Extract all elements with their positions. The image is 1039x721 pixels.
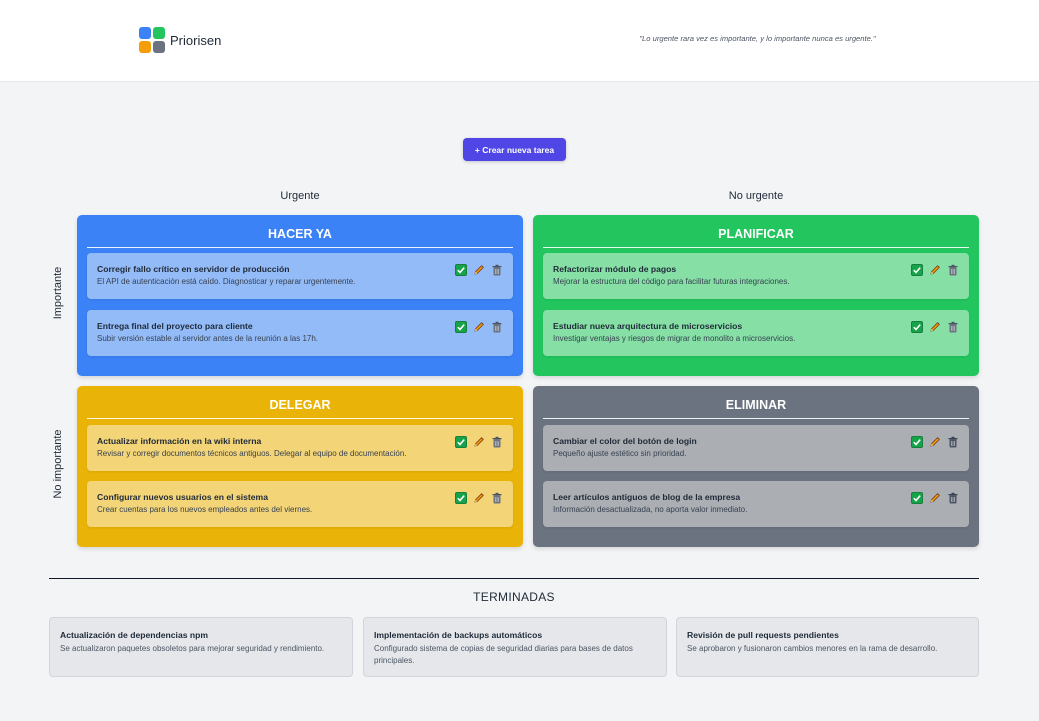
quadrant-title: HACER YA xyxy=(87,227,513,248)
completed-task-title: Revisión de pull requests pendientes xyxy=(687,630,839,640)
axis-label-not-important: No importante xyxy=(52,429,64,499)
quadrant-do: HACER YA Corregir fallo crítico en servi… xyxy=(77,215,523,376)
task-description: Revisar y corregir documentos técnicos a… xyxy=(97,449,407,458)
quadrant-plan: PLANIFICAR Refactorizar módulo de pagos … xyxy=(533,215,979,376)
task-title: Corregir fallo crítico en servidor de pr… xyxy=(97,264,290,274)
task-description: Crear cuentas para los nuevos empleados … xyxy=(97,505,313,514)
completed-task-title: Actualización de dependencias npm xyxy=(60,630,209,640)
check-icon[interactable] xyxy=(911,436,923,448)
completed-task-title: Implementación de backups automáticos xyxy=(374,630,543,640)
task-card[interactable]: Corregir fallo crítico en servidor de pr… xyxy=(87,253,513,299)
quadrant-delegate: DELEGAR Actualizar información en la wik… xyxy=(77,386,523,547)
quadrant-title: PLANIFICAR xyxy=(543,227,969,248)
completed-section-title: TERMINADAS xyxy=(473,590,555,604)
app-logo[interactable]: Priorisen xyxy=(139,27,221,53)
task-title: Cambiar el color del botón de login xyxy=(553,436,697,446)
app-name: Priorisen xyxy=(170,32,222,48)
task-actions xyxy=(911,436,959,448)
task-card[interactable]: Leer artículos antiguos de blog de la em… xyxy=(543,481,969,527)
axis-label-urgent: Urgente xyxy=(280,190,320,202)
task-title: Entrega final del proyecto para cliente xyxy=(97,321,253,331)
section-divider xyxy=(49,578,979,579)
pencil-icon[interactable] xyxy=(473,492,485,504)
check-icon[interactable] xyxy=(911,321,923,333)
task-description: El API de autenticación está caído. Diag… xyxy=(97,277,356,286)
task-card[interactable]: Cambiar el color del botón de login Pequ… xyxy=(543,425,969,471)
axis-label-not-urgent: No urgente xyxy=(728,190,784,202)
completed-task-card[interactable]: Actualización de dependencias npm Se act… xyxy=(49,617,353,677)
create-task-button[interactable]: + Crear nueva tarea xyxy=(463,138,566,161)
logo-grid-icon xyxy=(139,27,165,53)
task-card[interactable]: Entrega final del proyecto para cliente … xyxy=(87,310,513,356)
task-actions xyxy=(911,321,959,333)
pencil-icon[interactable] xyxy=(929,436,941,448)
pencil-icon[interactable] xyxy=(473,264,485,276)
task-description: Información desactualizada, no aporta va… xyxy=(553,505,748,514)
completed-task-description: Configurado sistema de copias de segurid… xyxy=(374,644,633,665)
task-actions xyxy=(911,264,959,276)
trash-icon[interactable] xyxy=(491,321,503,333)
trash-icon[interactable] xyxy=(947,321,959,333)
task-actions xyxy=(911,492,959,504)
task-actions xyxy=(455,321,503,333)
check-icon[interactable] xyxy=(911,264,923,276)
task-title: Leer artículos antiguos de blog de la em… xyxy=(553,492,741,502)
trash-icon[interactable] xyxy=(947,492,959,504)
pencil-icon[interactable] xyxy=(473,436,485,448)
task-card[interactable]: Configurar nuevos usuarios en el sistema… xyxy=(87,481,513,527)
task-card[interactable]: Refactorizar módulo de pagos Mejorar la … xyxy=(543,253,969,299)
completed-task-card[interactable]: Implementación de backups automáticos Co… xyxy=(363,617,667,677)
quadrant-eliminate: ELIMINAR Cambiar el color del botón de l… xyxy=(533,386,979,547)
task-title: Refactorizar módulo de pagos xyxy=(553,264,677,274)
task-card[interactable]: Estudiar nueva arquitectura de microserv… xyxy=(543,310,969,356)
check-icon[interactable] xyxy=(455,492,467,504)
task-actions xyxy=(455,492,503,504)
task-title: Actualizar información en la wiki intern… xyxy=(97,436,262,446)
task-title: Configurar nuevos usuarios en el sistema xyxy=(97,492,268,502)
task-description: Subir versión estable al servidor antes … xyxy=(97,334,319,343)
check-icon[interactable] xyxy=(455,436,467,448)
completed-task-card[interactable]: Revisión de pull requests pendientes Se … xyxy=(676,617,979,677)
check-icon[interactable] xyxy=(455,321,467,333)
trash-icon[interactable] xyxy=(491,436,503,448)
pencil-icon[interactable] xyxy=(929,492,941,504)
task-description: Mejorar la estructura del código para fa… xyxy=(553,277,790,286)
check-icon[interactable] xyxy=(911,492,923,504)
app-header: Priorisen "Lo urgente rara vez es import… xyxy=(0,0,1039,82)
check-icon[interactable] xyxy=(455,264,467,276)
header-quote: "Lo urgente rara vez es importante, y lo… xyxy=(639,34,876,43)
task-card[interactable]: Actualizar información en la wiki intern… xyxy=(87,425,513,471)
task-description: Pequeño ajuste estético sin prioridad. xyxy=(553,449,687,458)
trash-icon[interactable] xyxy=(947,264,959,276)
pencil-icon[interactable] xyxy=(473,321,485,333)
completed-task-description: Se actualizaron paquetes obsoletos para … xyxy=(60,644,325,653)
task-title: Estudiar nueva arquitectura de microserv… xyxy=(553,321,743,331)
pencil-icon[interactable] xyxy=(929,321,941,333)
task-description: Investigar ventajas y riesgos de migrar … xyxy=(553,334,796,343)
trash-icon[interactable] xyxy=(491,264,503,276)
task-actions xyxy=(455,264,503,276)
task-actions xyxy=(455,436,503,448)
quadrant-title: DELEGAR xyxy=(87,398,513,419)
trash-icon[interactable] xyxy=(491,492,503,504)
axis-label-important: Importante xyxy=(52,266,64,320)
completed-task-description: Se aprobaron y fusionaron cambios menore… xyxy=(687,644,938,653)
quadrant-title: ELIMINAR xyxy=(543,398,969,419)
pencil-icon[interactable] xyxy=(929,264,941,276)
trash-icon[interactable] xyxy=(947,436,959,448)
